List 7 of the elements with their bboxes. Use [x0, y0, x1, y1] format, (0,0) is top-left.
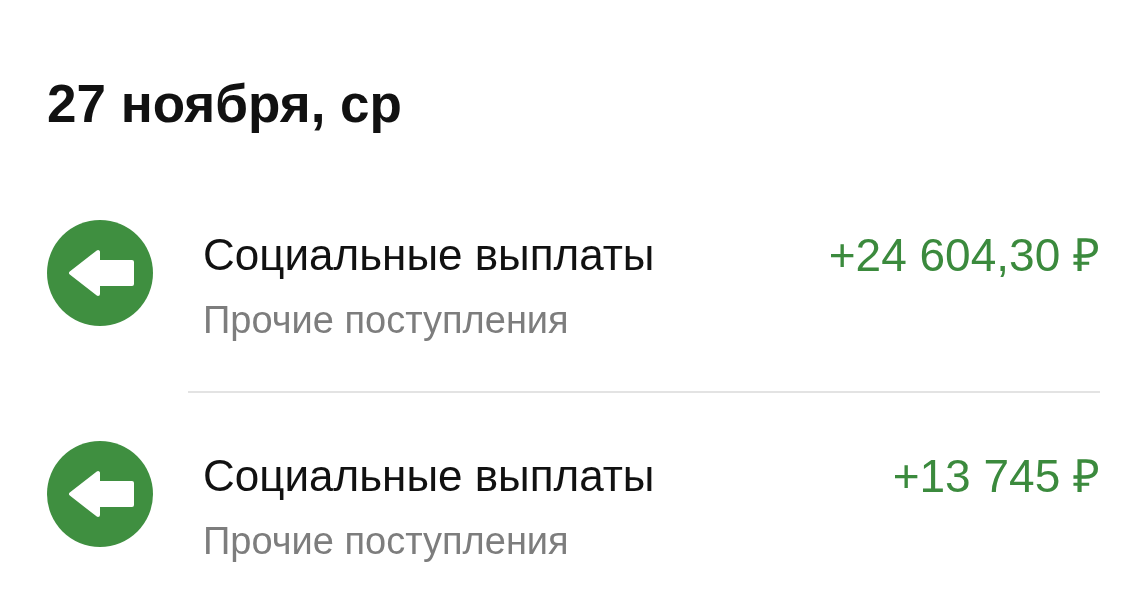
transaction-title: Социальные выплаты [203, 229, 655, 281]
date-heading: 27 ноября, ср [47, 74, 402, 134]
transaction-amount: +24 604,30 ₽ [828, 229, 1100, 281]
transaction-title: Социальные выплаты [203, 450, 655, 502]
transaction-category: Прочие поступления [203, 298, 569, 342]
transaction-category: Прочие поступления [203, 519, 569, 563]
transaction-amount: +13 745 ₽ [892, 450, 1100, 502]
